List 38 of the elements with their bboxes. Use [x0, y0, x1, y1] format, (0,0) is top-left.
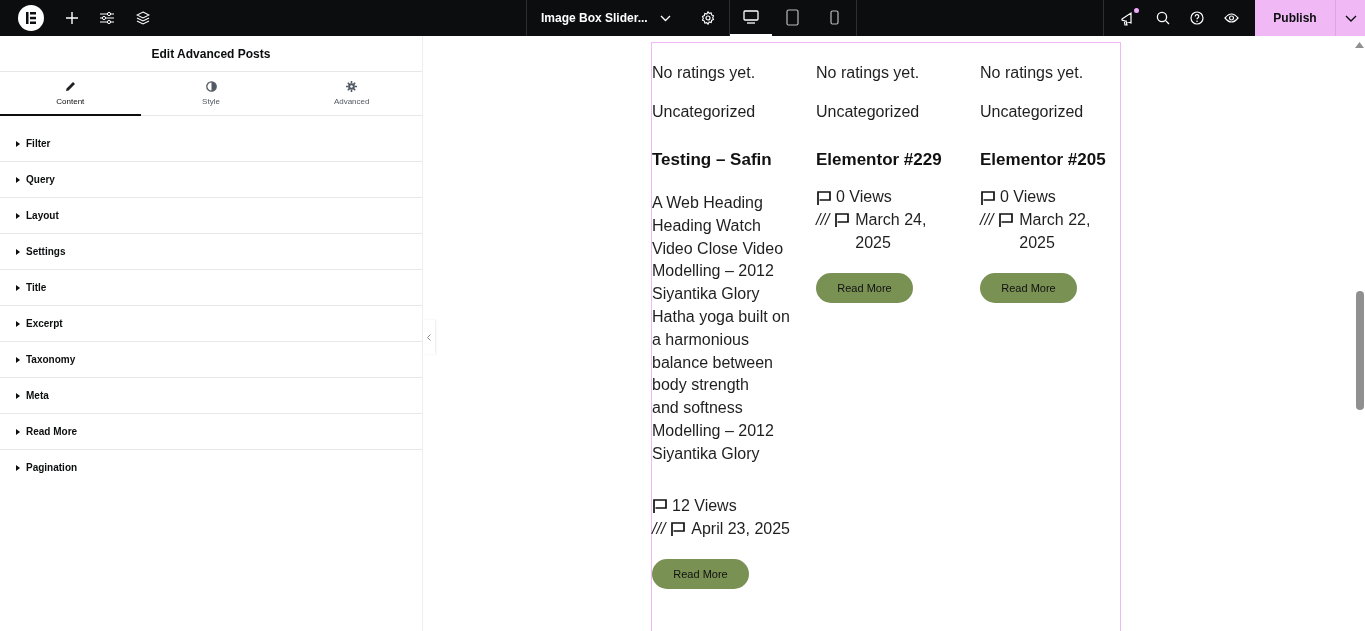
- views-count: 0 Views: [836, 187, 892, 207]
- category-text: Uncategorized: [652, 102, 756, 122]
- section-header[interactable]: Pagination: [0, 450, 422, 485]
- section-header[interactable]: Query: [0, 162, 422, 198]
- read-more-button[interactable]: Read More: [980, 273, 1077, 303]
- views-count: 12 Views: [672, 495, 737, 516]
- panel-title: Edit Advanced Posts: [0, 36, 422, 72]
- post-title: Elementor #205: [980, 149, 1106, 171]
- section-header[interactable]: Meta: [0, 378, 422, 414]
- post-date: April 23, 2025: [691, 518, 790, 539]
- rating-text: No ratings yet.: [652, 63, 756, 83]
- panel-tab[interactable]: Content: [0, 72, 141, 116]
- views-count: 0 Views: [1000, 187, 1056, 207]
- rating-text: No ratings yet.: [816, 63, 920, 83]
- section-header[interactable]: Excerpt: [0, 306, 422, 342]
- read-more-button[interactable]: Read More: [652, 558, 749, 589]
- post-title: Testing – Safin: [652, 149, 772, 171]
- separator-text: ///: [816, 211, 830, 228]
- publish-button[interactable]: Publish: [1255, 0, 1335, 36]
- post-excerpt: A Web Heading Heading Watch Video Close Video Modelling – 2012 Siyantika Glory Hatha yoga built on a harmonious balance between body strength and softness Modelling – 2012 Siyantika Glory: [652, 193, 791, 464]
- section-header[interactable]: Settings: [0, 234, 422, 270]
- section-header[interactable]: Taxonomy: [0, 342, 422, 378]
- page-title-dropdown[interactable]: Image Box Slider...: [541, 11, 648, 25]
- category-text: Uncategorized: [816, 102, 920, 122]
- section-header[interactable]: Filter: [0, 126, 422, 162]
- panel-tab[interactable]: Advanced: [281, 72, 422, 116]
- post-title: Elementor #229: [816, 149, 942, 171]
- post-date: March 24, 2025: [855, 210, 928, 253]
- panel-tab[interactable]: Style: [140, 72, 282, 116]
- read-more-button[interactable]: Read More: [816, 273, 913, 303]
- section-header[interactable]: Layout: [0, 198, 422, 234]
- rating-text: No ratings yet.: [980, 63, 1084, 83]
- section-header[interactable]: Title: [0, 270, 422, 306]
- separator-text: ///: [980, 211, 994, 228]
- post-date: March 22, 2025: [1019, 210, 1092, 253]
- category-text: Uncategorized: [980, 102, 1084, 122]
- separator-text: ///: [652, 519, 666, 537]
- section-header[interactable]: Read More: [0, 414, 422, 450]
